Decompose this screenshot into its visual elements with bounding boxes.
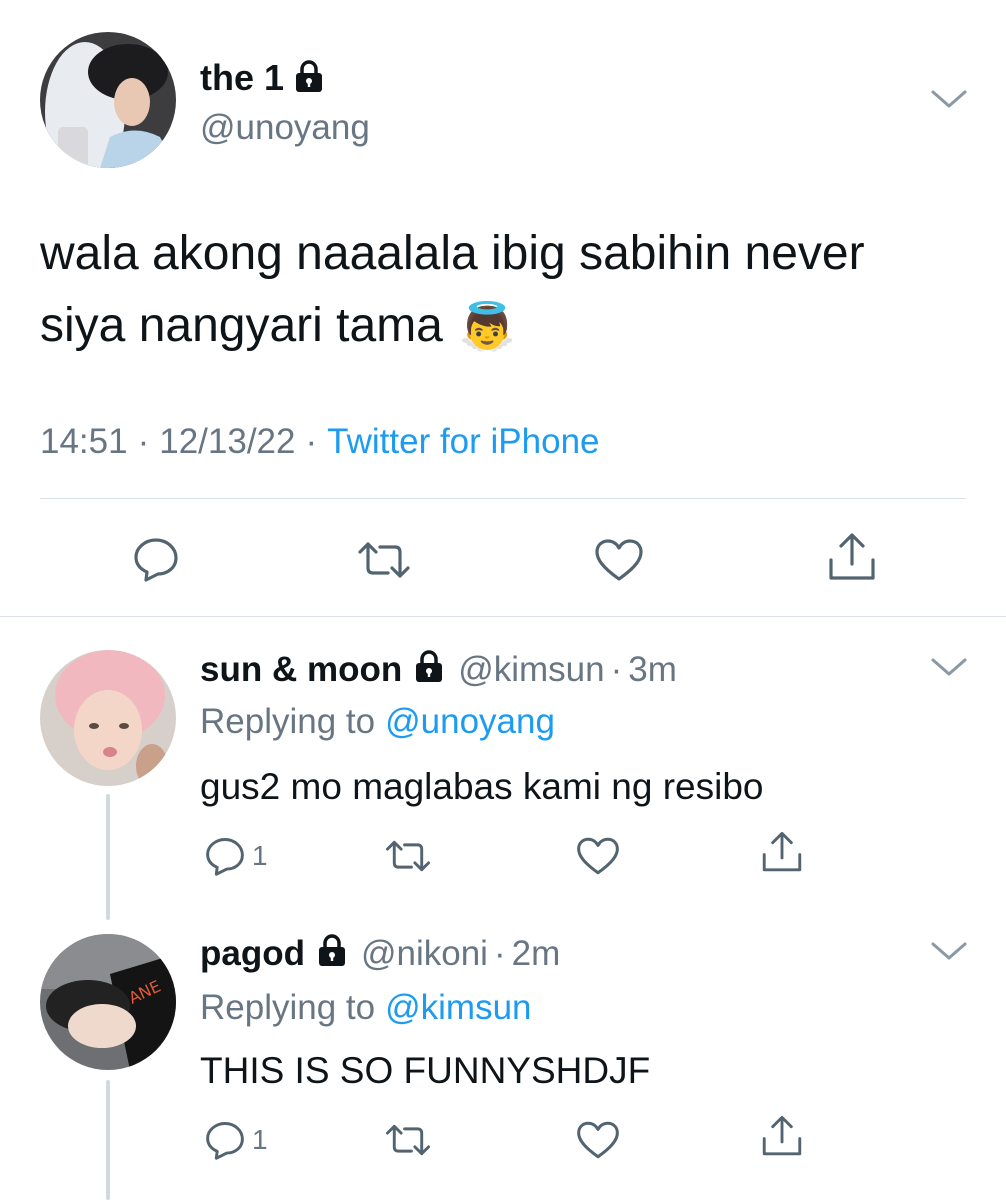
avatar[interactable] [40,32,176,168]
handle[interactable]: @kimsun [458,650,604,690]
chevron-down-icon[interactable] [930,656,968,685]
reply-header: sun & moon @kimsun · 3m [200,648,677,692]
reply-icon [206,838,244,876]
chevron-down-icon[interactable] [930,88,968,117]
reply-count: 1 [252,840,268,871]
replying-to-handle-link[interactable]: @unoyang [385,702,555,742]
retweet-button[interactable] [384,1122,432,1158]
lock-icon [294,59,324,98]
tweet-age: 2m [511,934,561,973]
like-button[interactable] [576,836,620,876]
reply-icon [206,1122,244,1160]
meta-separator: · [610,650,623,689]
meta-separator: · [493,934,506,973]
share-button[interactable] [760,830,804,874]
display-name[interactable]: the 1 [200,57,284,99]
share-icon [762,1115,802,1156]
avatar[interactable]: ANE [40,934,176,1070]
display-name[interactable]: pagod [200,934,305,974]
author-name-row[interactable]: the 1 [200,56,324,100]
tweet-source-link[interactable]: Twitter for iPhone [327,422,599,462]
lock-icon [414,649,444,692]
tweet-time: 14:51 [40,422,128,461]
display-name[interactable]: sun & moon [200,650,402,690]
share-icon [829,533,875,580]
retweet-icon [385,1124,431,1156]
avatar[interactable] [40,650,176,786]
chevron-down-icon[interactable] [930,940,968,969]
share-icon [762,831,802,872]
angel-emoji: 👼 [458,300,517,352]
handle[interactable]: @nikoni [361,934,488,974]
replying-to-handle-link[interactable]: @kimsun [385,988,531,1028]
share-button[interactable] [826,532,878,582]
tweet-date: 12/13/22 [159,422,296,461]
reply-header: pagod @nikoni · 2m [200,932,560,976]
thread-line [106,1080,110,1200]
reply-text: THIS IS SO FUNNYSHDJF [200,1050,651,1091]
retweet-button[interactable] [356,540,412,580]
tweet-text: wala akong naaalala ibig sabihin never s… [40,218,865,362]
heart-icon [595,539,643,581]
share-button[interactable] [760,1114,804,1158]
meta-separator: · [305,422,318,461]
reply-icon [134,538,178,582]
like-button[interactable] [576,1120,620,1160]
replying-to: Replying to @unoyang [200,702,555,742]
reply-count: 1 [252,1124,268,1155]
retweet-button[interactable] [384,838,432,874]
reply-text: gus2 mo maglabas kami ng resibo [200,766,764,807]
lock-icon [317,933,347,976]
retweet-icon [385,840,431,872]
divider [40,498,966,499]
divider [0,616,1006,617]
handle[interactable]: @unoyang [200,108,370,148]
like-button[interactable] [594,538,644,582]
meta-separator: · [137,422,150,461]
tweet-text-line-2-row: siya nangyari tama 👼 [40,290,865,362]
replying-to-label: Replying to [200,702,376,741]
tweet-age: 3m [628,650,677,689]
replying-to: Replying to @kimsun [200,988,532,1028]
replying-to-label: Replying to [200,988,376,1027]
tweet-text-line-2: siya nangyari tama [40,299,443,352]
reply-button[interactable] [132,536,180,582]
tweet-meta: 14:51 · 12/13/22 · Twitter for iPhone [40,422,600,462]
retweet-icon [358,542,410,578]
thread-line [106,794,110,920]
tweet-text-line-1: wala akong naaalala ibig sabihin never [40,227,865,280]
heart-icon [577,837,619,875]
reply-button[interactable]: 1 [204,836,268,876]
reply-button[interactable]: 1 [204,1120,268,1160]
heart-icon [577,1121,619,1159]
